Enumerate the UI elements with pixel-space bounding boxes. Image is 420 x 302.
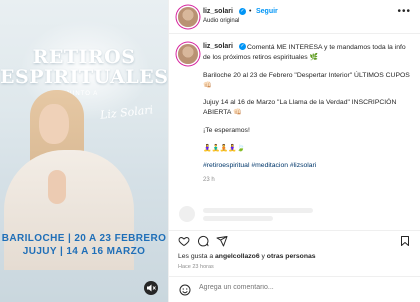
heart-icon[interactable] <box>178 235 190 247</box>
caption-line: ¡Te esperamos! <box>203 127 250 134</box>
add-comment-bar <box>169 276 420 302</box>
verified-badge-icon: ✓ <box>239 8 246 15</box>
caption-avatar[interactable] <box>178 44 198 64</box>
emoji-icon[interactable] <box>179 284 191 296</box>
action-bar <box>169 230 420 247</box>
follow-button[interactable]: Seguir <box>256 8 278 15</box>
caption-timestamp: 23 h <box>203 177 215 183</box>
separator-dot: • <box>249 8 252 15</box>
bookmark-icon[interactable] <box>399 235 411 247</box>
header-username[interactable]: liz_solari <box>203 8 233 15</box>
poster-location-jujuy: JUJUY | 14 A 16 MARZO <box>22 246 146 257</box>
speaker-muted-icon[interactable] <box>144 281 158 295</box>
caption-line: Bariloche 20 al 23 de Febrero "Despertar… <box>203 72 410 89</box>
skeleton-avatar <box>179 206 195 222</box>
post-timestamp: Hace 23 horas <box>178 264 214 270</box>
likes-others[interactable]: otras personas <box>267 253 316 260</box>
caption-emojis: 🧘‍♀️🧘‍♂️🧘🧘‍♀️🍃 <box>203 145 246 152</box>
woman-praying-hands <box>48 170 66 204</box>
poster-title-line2: ESPIRITUALES <box>0 66 168 88</box>
caption-line: Jujuy 14 al 16 de Marzo "La Llama de la … <box>203 99 397 116</box>
poster-title-line1: RETIROS <box>32 46 136 68</box>
avatar[interactable] <box>178 7 198 27</box>
woman-face <box>39 104 69 144</box>
likes-user[interactable]: angelcollazo6 <box>215 253 260 260</box>
skeleton-bar <box>203 208 313 213</box>
caption-line: Comentá ME INTERESA y te mandamos toda l… <box>203 44 406 61</box>
post-image[interactable]: RETIROS ESPIRITUALES JUNTO A Liz Solari … <box>0 0 168 302</box>
caption-hashtags[interactable]: #retiroespiritual #meditacion #lizsolari <box>203 161 415 171</box>
comment-input[interactable] <box>199 284 349 291</box>
audio-label[interactable]: Audio original <box>203 18 239 24</box>
share-icon[interactable] <box>216 235 228 247</box>
post-header: liz_solari ✓ • Seguir Audio original ••• <box>169 0 420 34</box>
likes-mid: y <box>259 253 267 260</box>
skeleton-bar <box>203 216 273 221</box>
comment-icon[interactable] <box>197 235 209 247</box>
more-options-icon[interactable]: ••• <box>397 6 411 17</box>
likes-prefix: Les gusta a <box>178 253 216 260</box>
likes-summary[interactable]: Les gusta a angelcollazo6 y otras person… <box>178 253 316 260</box>
post-sidebar: liz_solari ✓ • Seguir Audio original •••… <box>168 0 420 302</box>
poster-location-bariloche: BARILOCHE | 20 A 23 FEBRERO <box>1 233 167 244</box>
